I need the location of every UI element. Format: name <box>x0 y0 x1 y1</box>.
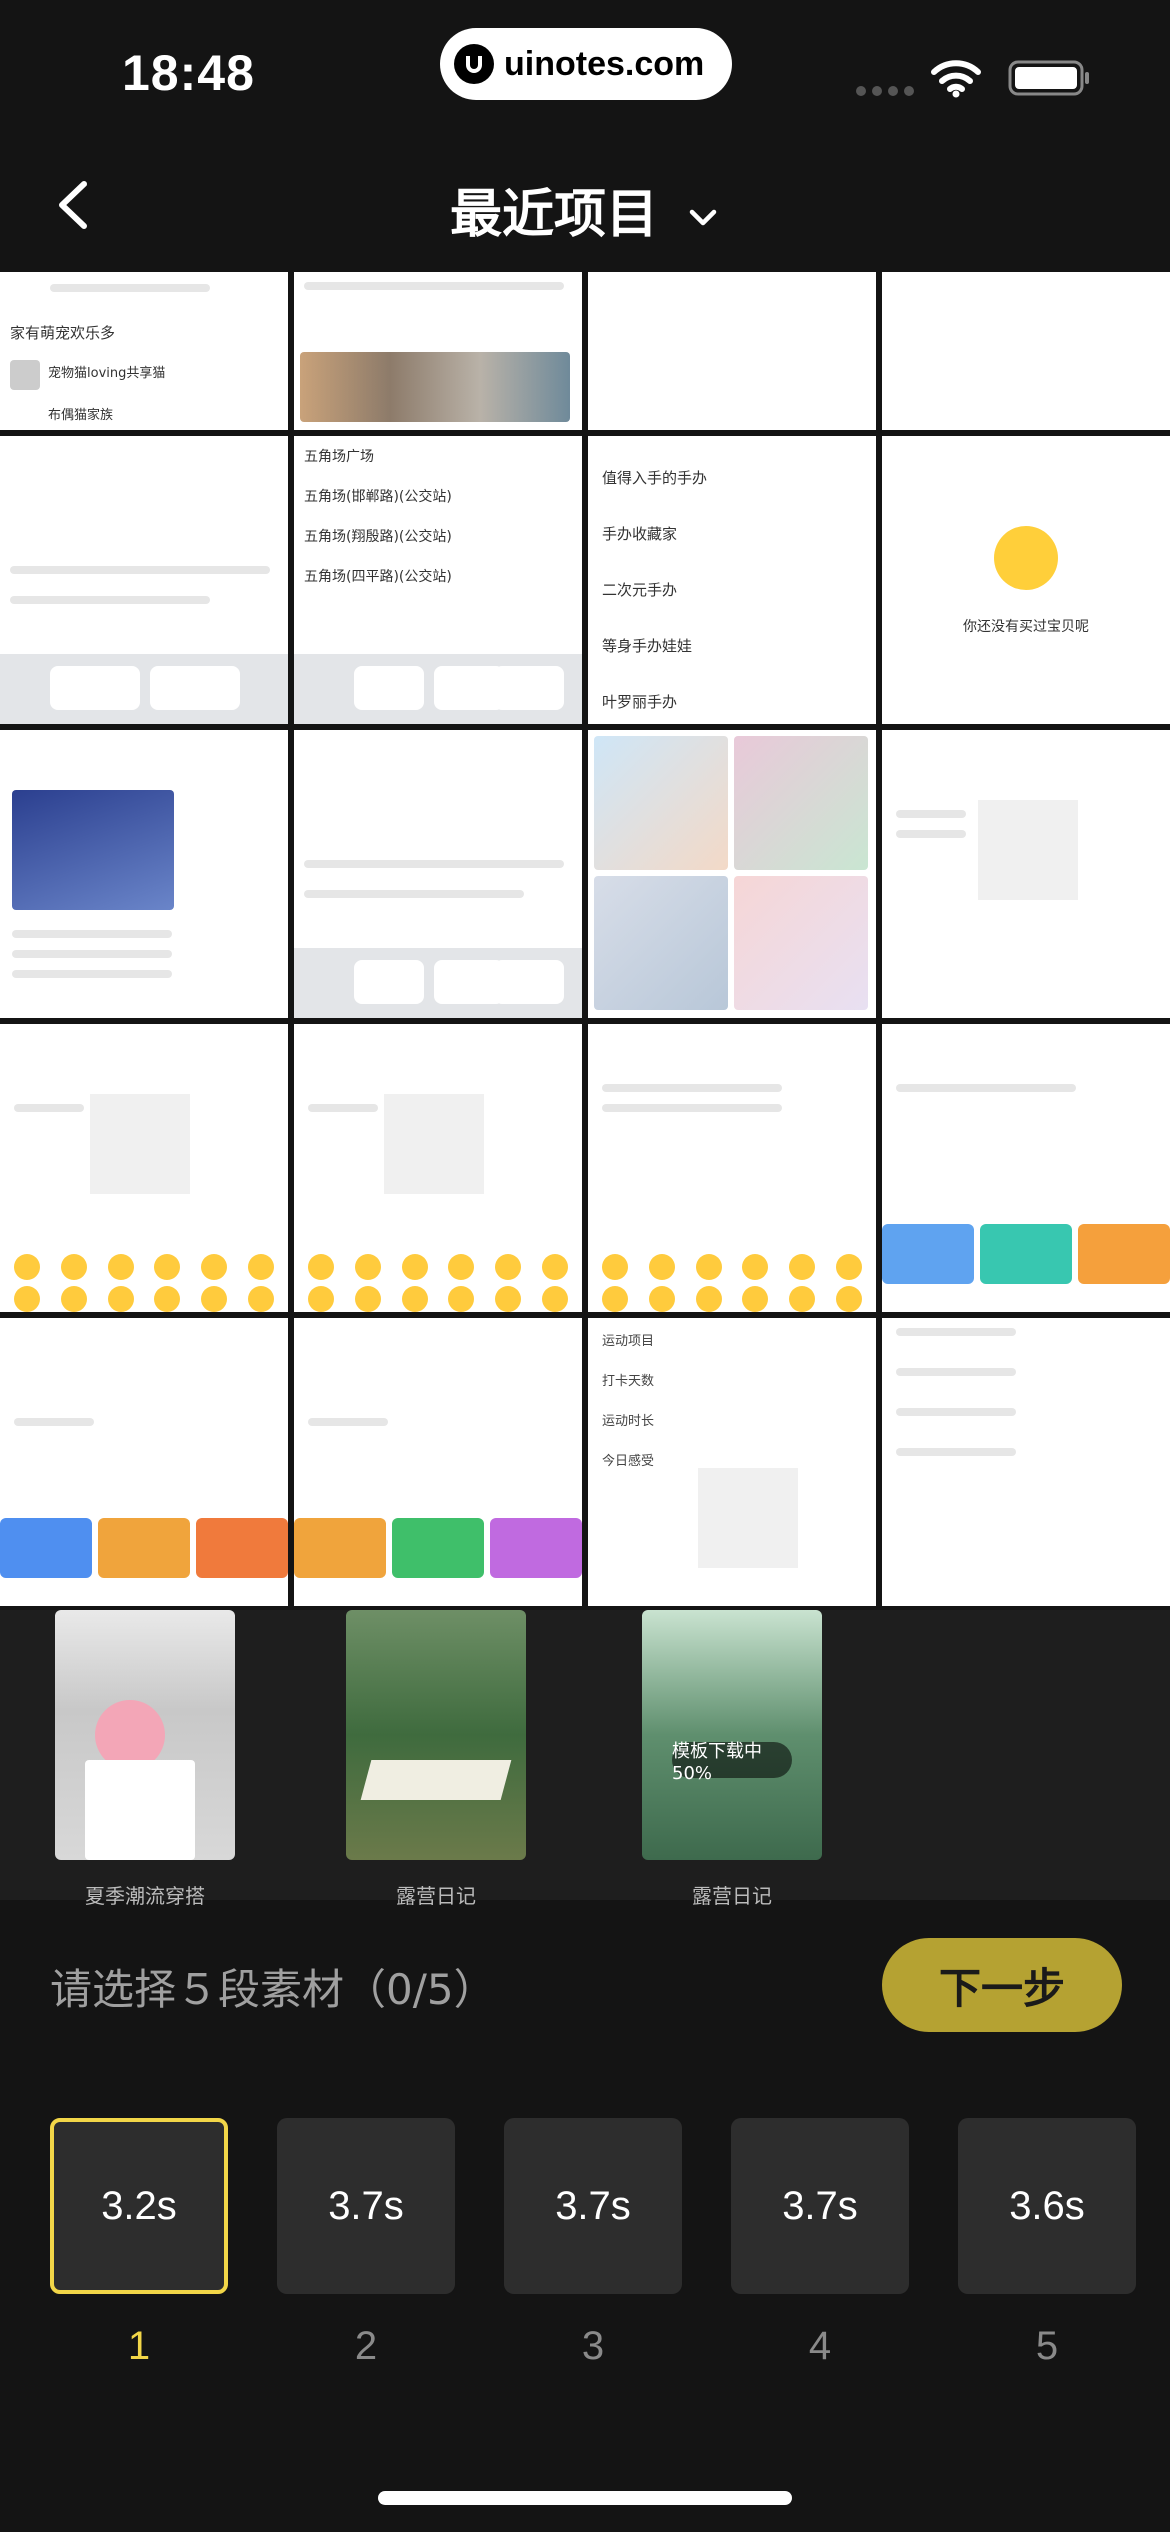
clip-slot[interactable]: 3.7s <box>731 2118 909 2294</box>
slot-index: 5 <box>1035 2324 1059 2368</box>
template-label: 露营日记 <box>396 1884 476 1908</box>
media-thumbnail[interactable] <box>294 272 582 430</box>
home-indicator <box>378 2491 792 2505</box>
media-thumbnail[interactable] <box>882 272 1170 430</box>
url-text: uinotes.com <box>504 44 705 83</box>
media-thumbnail[interactable]: 五角场广场 五角场(邯郸路)(公交站) 五角场(翔殷路)(公交站) 五角场(四平… <box>294 436 582 724</box>
media-thumbnail[interactable] <box>882 1318 1170 1606</box>
thumb-text: 五角场(邯郸路)(公交站) <box>304 489 452 505</box>
thumb-text: 宠物猫loving共享猫 <box>48 366 166 381</box>
template-label: 露营日记 <box>692 1884 772 1908</box>
album-title: 最近项目 <box>449 185 658 245</box>
media-thumbnail[interactable] <box>882 730 1170 1018</box>
media-thumbnail[interactable] <box>0 1024 288 1312</box>
media-thumbnail[interactable] <box>0 436 288 724</box>
next-step-button[interactable]: 下一步 <box>882 1938 1122 2032</box>
thumb-text: 手办收藏家 <box>602 525 678 543</box>
cellular-signal-icon <box>856 86 914 96</box>
album-selector[interactable]: 最近项目 <box>0 172 1170 247</box>
thumb-text: 五角场(四平路)(公交站) <box>304 569 452 585</box>
battery-icon <box>1008 60 1089 96</box>
template-card[interactable] <box>642 1610 822 1860</box>
thumb-text: 你还没有买过宝贝呢 <box>963 619 1089 635</box>
mascot-icon <box>994 526 1058 590</box>
slot-index: 3 <box>581 2324 605 2368</box>
uinotes-logo-icon <box>454 44 494 84</box>
thumb-text: 今日感受 <box>602 1454 655 1469</box>
thumb-text: 值得入手的手办 <box>602 469 708 487</box>
thumb-text: 打卡天数 <box>602 1374 655 1389</box>
clip-slot[interactable]: 3.7s <box>277 2118 455 2294</box>
thumb-text: 布偶猫家族 <box>48 408 114 423</box>
media-thumbnail[interactable] <box>0 1318 288 1606</box>
media-thumbnail[interactable]: 值得入手的手办 手办收藏家 二次元手办 等身手办娃娃 叶罗丽手办 <box>588 436 876 724</box>
media-thumbnail[interactable] <box>588 272 876 430</box>
status-time: 18:48 <box>122 45 255 101</box>
template-card[interactable] <box>55 1610 235 1860</box>
clip-slot[interactable]: 3.2s <box>50 2118 228 2294</box>
thumb-text: 二次元手办 <box>602 581 678 599</box>
media-thumbnail[interactable]: 你还没有买过宝贝呢 <box>882 436 1170 724</box>
thumb-text: 叶罗丽手办 <box>602 693 678 711</box>
clip-slot[interactable]: 3.6s <box>958 2118 1136 2294</box>
wifi-icon <box>931 60 981 98</box>
thumb-text: 五角场(翔殷路)(公交站) <box>304 529 452 545</box>
template-strip: 夏季潮流穿搭 露营日记 露营日记 <box>0 1610 1170 1908</box>
media-grid: 家有萌宠欢乐多 宠物猫loving共享猫 布偶猫家族 五角场广场 五角场(邯郸路… <box>0 272 1170 1610</box>
chevron-down-icon <box>689 209 717 226</box>
media-thumbnail[interactable]: 家有萌宠欢乐多 宠物猫loving共享猫 布偶猫家族 <box>0 272 288 430</box>
selection-hint: 请选择５段素材（0/5） <box>50 1965 496 2014</box>
thumb-text: 运动项目 <box>602 1334 655 1349</box>
media-thumbnail[interactable] <box>0 730 288 1018</box>
clip-slot[interactable]: 3.7s <box>504 2118 682 2294</box>
slot-index: 1 <box>127 2324 151 2368</box>
slot-index: 2 <box>354 2324 378 2368</box>
media-thumbnail[interactable] <box>294 1024 582 1312</box>
media-thumbnail[interactable] <box>294 1318 582 1606</box>
thumb-text: 等身手办娃娃 <box>602 637 693 655</box>
media-thumbnail[interactable] <box>882 1024 1170 1312</box>
media-thumbnail[interactable] <box>294 730 582 1018</box>
media-thumbnail[interactable]: 运动项目 打卡天数 运动时长 今日感受 <box>588 1318 876 1606</box>
url-badge: uinotes.com <box>440 28 732 100</box>
thumb-text: 运动时长 <box>602 1414 655 1429</box>
thumb-text: 五角场广场 <box>304 449 374 465</box>
thumb-text: 家有萌宠欢乐多 <box>10 324 116 342</box>
media-thumbnail[interactable] <box>588 1024 876 1312</box>
template-label: 夏季潮流穿搭 <box>85 1884 205 1908</box>
template-card[interactable] <box>346 1610 526 1860</box>
download-progress: 模板下载中 50% <box>672 1741 792 1784</box>
slot-index: 4 <box>808 2324 832 2368</box>
media-thumbnail[interactable] <box>588 730 876 1018</box>
